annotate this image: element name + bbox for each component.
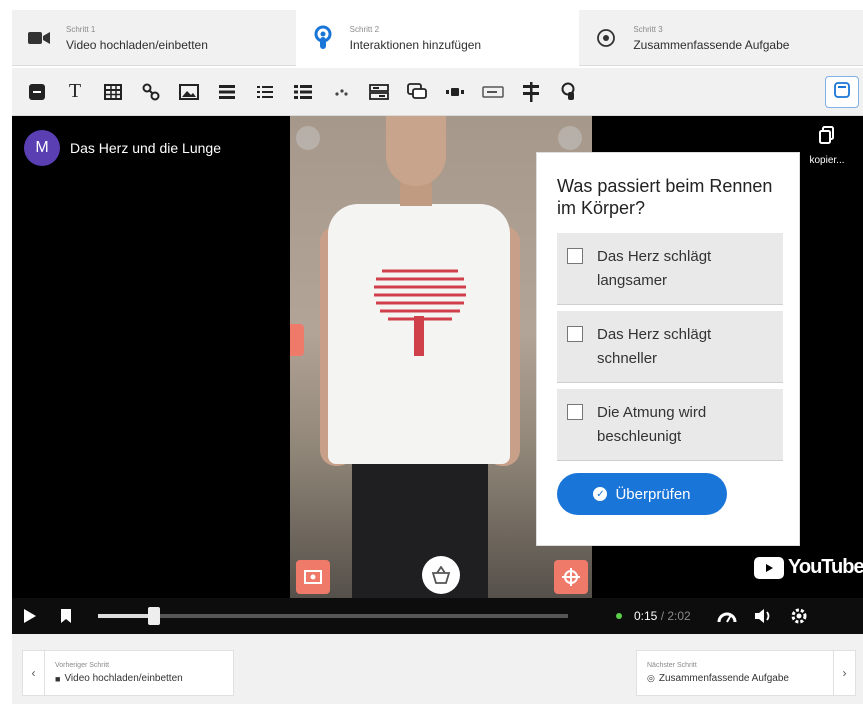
question-popup: Was passiert beim Rennen im Körper? Das … bbox=[536, 152, 800, 546]
answer-option[interactable]: Die Atmung wird beschleunigt bbox=[557, 389, 783, 461]
unordered-list-icon[interactable] bbox=[284, 76, 322, 108]
video-player[interactable]: M Das Herz und die Lunge kopier... Was p… bbox=[12, 116, 863, 634]
video-person-legs bbox=[352, 456, 488, 598]
progress-bar[interactable] bbox=[98, 598, 568, 634]
video-camera-icon: ■ bbox=[55, 673, 61, 684]
marker-icon[interactable] bbox=[296, 126, 320, 150]
settings-button[interactable] bbox=[781, 598, 817, 634]
answer-checkbox[interactable] bbox=[567, 404, 583, 420]
list-icon[interactable] bbox=[208, 76, 246, 108]
player-controls: 0:15 / 2:02 bbox=[12, 598, 863, 634]
tab-step-1[interactable]: Schritt 1 Video hochladen/einbetten bbox=[12, 10, 296, 66]
answer-checkbox[interactable] bbox=[567, 248, 583, 264]
table-icon[interactable] bbox=[94, 76, 132, 108]
speed-button[interactable] bbox=[709, 598, 745, 634]
check-answer-label: Überprüfen bbox=[615, 485, 691, 503]
copy-link-button[interactable]: kopier... bbox=[797, 126, 857, 166]
step-number: Schritt 2 bbox=[349, 24, 380, 34]
check-answer-button[interactable]: ✓ Überprüfen bbox=[557, 473, 727, 515]
next-step-button[interactable]: Nächster Schritt ◎ Zusammenfassende Aufga… bbox=[636, 650, 856, 696]
answer-option[interactable]: Das Herz schlägt langsamer bbox=[557, 233, 783, 305]
hotspot-icon[interactable] bbox=[550, 76, 588, 108]
check-circle-icon: ◎ bbox=[647, 673, 655, 683]
time-display: 0:15 / 2:02 bbox=[634, 609, 691, 623]
answer-checkbox[interactable] bbox=[567, 326, 583, 342]
answer-label: Das Herz schlägt langsamer bbox=[597, 248, 712, 289]
duration: 2:02 bbox=[667, 609, 691, 623]
sort-icon[interactable] bbox=[322, 76, 360, 108]
side-hotspot-tab[interactable] bbox=[290, 324, 304, 356]
speech-bubble-icon[interactable] bbox=[398, 76, 436, 108]
interaction-dot bbox=[616, 613, 622, 619]
marker-icon[interactable] bbox=[558, 126, 582, 150]
tab-step-2[interactable]: Schritt 2 Interaktionen hinzufügen bbox=[295, 10, 580, 66]
answer-option[interactable]: Das Herz schlägt schneller bbox=[557, 311, 783, 383]
step-title: Interaktionen hinzufügen bbox=[349, 37, 482, 52]
preview-toggle-button[interactable] bbox=[825, 76, 859, 108]
crosshair-icon bbox=[562, 568, 580, 586]
previous-step-label: Video hochladen/einbetten bbox=[64, 673, 183, 684]
stop-icon[interactable] bbox=[18, 76, 56, 108]
gear-icon bbox=[791, 608, 807, 624]
tab-step-3[interactable]: Schritt 3 Zusammenfassende Aufgabe bbox=[579, 10, 863, 66]
bookmark-icon bbox=[61, 609, 71, 623]
previous-step-button[interactable]: ‹ Vorheriger Schritt ■ Video hochladen/ei… bbox=[22, 650, 234, 696]
checkmark-icon: ✓ bbox=[593, 487, 608, 501]
check-circle-icon bbox=[593, 25, 619, 51]
step-tabs: Schritt 1 Video hochladen/einbetten Schr… bbox=[12, 10, 863, 66]
progress-track bbox=[98, 614, 568, 618]
play-icon bbox=[24, 609, 36, 623]
basket-button[interactable] bbox=[422, 556, 460, 594]
copy-icon bbox=[819, 126, 835, 149]
window-icon bbox=[834, 81, 850, 103]
youtube-label: YouTube bbox=[788, 556, 863, 578]
step-number: Schritt 3 bbox=[633, 24, 663, 34]
step-title: Video hochladen/einbetten bbox=[66, 37, 208, 52]
touch-icon bbox=[310, 25, 336, 51]
volume-button[interactable] bbox=[745, 598, 781, 634]
play-button[interactable] bbox=[12, 598, 48, 634]
next-step-caption: Nächster Schritt bbox=[647, 662, 697, 669]
previous-step-caption: Vorheriger Schritt bbox=[55, 662, 110, 669]
step-navigation: ‹ Vorheriger Schritt ■ Video hochladen/ei… bbox=[12, 634, 863, 704]
ordered-list-icon[interactable] bbox=[246, 76, 284, 108]
image-icon bbox=[304, 570, 322, 584]
progress-handle[interactable] bbox=[148, 607, 161, 625]
video-person-head bbox=[386, 116, 446, 186]
answer-label: Das Herz schlägt schneller bbox=[597, 326, 712, 367]
crossroads-icon[interactable] bbox=[512, 76, 550, 108]
interaction-toolbar: T bbox=[12, 68, 863, 116]
audio-icon[interactable] bbox=[436, 76, 474, 108]
answer-label: Die Atmung wird beschleunigt bbox=[597, 404, 707, 445]
drag-drop-icon[interactable] bbox=[360, 76, 398, 108]
field-icon[interactable] bbox=[474, 76, 512, 108]
bookmark-button[interactable] bbox=[48, 598, 84, 634]
current-time: 0:15 bbox=[634, 609, 658, 623]
video-title[interactable]: Das Herz und die Lunge bbox=[70, 140, 221, 156]
volume-icon bbox=[754, 609, 770, 623]
speedometer-icon bbox=[717, 612, 737, 623]
question-text: Was passiert beim Rennen im Körper? bbox=[557, 176, 773, 218]
chevron-left-icon: ‹ bbox=[23, 650, 45, 696]
video-camera-icon bbox=[26, 25, 52, 51]
youtube-logo[interactable]: YouTube bbox=[754, 556, 863, 579]
image-icon[interactable] bbox=[170, 76, 208, 108]
step-title: Zusammenfassende Aufgabe bbox=[633, 37, 790, 52]
target-hotspot-button[interactable] bbox=[554, 560, 588, 594]
image-hotspot-button[interactable] bbox=[296, 560, 330, 594]
next-step-label: Zusammenfassende Aufgabe bbox=[658, 673, 789, 684]
link-icon[interactable] bbox=[132, 76, 170, 108]
progress-fill bbox=[98, 614, 155, 618]
shirt-print-stem bbox=[414, 316, 424, 356]
channel-avatar[interactable]: M bbox=[24, 130, 60, 166]
step-number: Schritt 1 bbox=[66, 24, 96, 34]
chevron-right-icon: › bbox=[833, 650, 855, 696]
text-glyph: T bbox=[68, 80, 82, 102]
copy-label: kopier... bbox=[809, 155, 845, 166]
text-icon[interactable]: T bbox=[56, 76, 94, 108]
video-header: M Das Herz und die Lunge bbox=[24, 130, 221, 166]
basket-icon bbox=[431, 566, 451, 584]
youtube-play-icon bbox=[754, 556, 784, 579]
